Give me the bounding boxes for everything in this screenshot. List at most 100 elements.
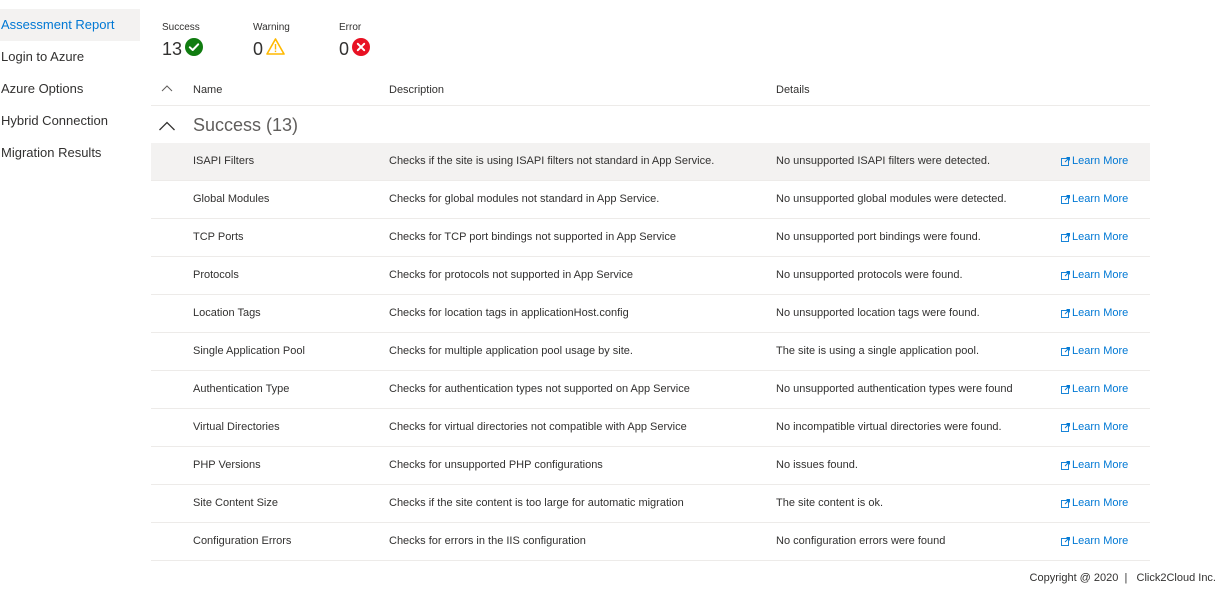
error-summary: Error 0 bbox=[339, 21, 371, 61]
table-row[interactable]: Global Modules Checks for global modules … bbox=[151, 181, 1150, 219]
external-link-icon bbox=[1061, 384, 1072, 394]
nav-item-login-to-azure[interactable]: Login to Azure bbox=[0, 41, 140, 73]
external-link-icon bbox=[1061, 156, 1072, 166]
assessment-results-table: Name Description Details Success (13) IS… bbox=[151, 76, 1150, 561]
group-title: Success (13) bbox=[193, 115, 299, 135]
table-row[interactable]: Configuration Errors Checks for errors in… bbox=[151, 523, 1150, 561]
external-link-icon bbox=[1061, 422, 1072, 432]
external-link-icon bbox=[1061, 194, 1072, 204]
table-row[interactable]: Authentication Type Checks for authentica… bbox=[151, 371, 1150, 409]
row-name: Site Content Size bbox=[193, 497, 278, 509]
success-summary: Success 13 bbox=[162, 21, 204, 61]
learn-more-label: Learn More bbox=[1072, 345, 1129, 357]
learn-more-link[interactable]: Learn More bbox=[1061, 535, 1128, 547]
sidebar-nav: Assessment Report Login to Azure Azure O… bbox=[0, 9, 140, 169]
external-link-icon bbox=[1061, 270, 1072, 280]
row-description: Checks for unsupported PHP configuration… bbox=[389, 459, 603, 471]
table-row[interactable]: Location Tags Checks for location tags in… bbox=[151, 295, 1150, 333]
row-details: No configuration errors were found bbox=[776, 535, 946, 547]
learn-more-link[interactable]: Learn More bbox=[1061, 155, 1128, 167]
learn-more-link[interactable]: Learn More bbox=[1061, 497, 1128, 509]
external-link-icon bbox=[1061, 308, 1072, 318]
learn-more-label: Learn More bbox=[1072, 421, 1129, 433]
collapse-all-chevron-icon[interactable] bbox=[161, 83, 173, 95]
warning-count: 0 bbox=[253, 39, 264, 59]
nav-item-assessment-report[interactable]: Assessment Report bbox=[0, 9, 140, 41]
learn-more-label: Learn More bbox=[1072, 459, 1129, 471]
column-header-description[interactable]: Description bbox=[389, 84, 444, 96]
learn-more-link[interactable]: Learn More bbox=[1061, 459, 1128, 471]
row-name: Configuration Errors bbox=[193, 535, 292, 547]
row-description: Checks if the site is using ISAPI filter… bbox=[389, 155, 715, 167]
row-description: Checks for location tags in applicationH… bbox=[389, 307, 629, 319]
table-row[interactable]: ISAPI Filters Checks if the site is using… bbox=[151, 143, 1150, 181]
row-details: No issues found. bbox=[776, 459, 858, 471]
row-name: Protocols bbox=[193, 269, 239, 281]
learn-more-label: Learn More bbox=[1072, 231, 1129, 243]
row-details: No unsupported port bindings were found. bbox=[776, 231, 981, 243]
error-x-icon bbox=[352, 37, 371, 61]
error-count: 0 bbox=[339, 39, 350, 59]
row-description: Checks if the site content is too large … bbox=[389, 497, 684, 509]
row-name: ISAPI Filters bbox=[193, 155, 255, 167]
row-name: Single Application Pool bbox=[193, 345, 305, 357]
learn-more-link[interactable]: Learn More bbox=[1061, 345, 1128, 357]
nav-item-migration-results[interactable]: Migration Results bbox=[0, 137, 140, 169]
external-link-icon bbox=[1061, 346, 1072, 356]
column-header-name[interactable]: Name bbox=[193, 84, 222, 96]
chevron-up-icon[interactable] bbox=[158, 118, 176, 136]
row-details: No unsupported authentication types were… bbox=[776, 383, 1013, 395]
external-link-icon bbox=[1061, 232, 1072, 242]
row-description: Checks for authentication types not supp… bbox=[389, 383, 690, 395]
learn-more-label: Learn More bbox=[1072, 535, 1129, 547]
row-description: Checks for multiple application pool usa… bbox=[389, 345, 633, 357]
learn-more-label: Learn More bbox=[1072, 383, 1129, 395]
external-link-icon bbox=[1061, 460, 1072, 470]
learn-more-link[interactable]: Learn More bbox=[1061, 231, 1128, 243]
nav-item-azure-options[interactable]: Azure Options bbox=[0, 73, 140, 105]
table-header: Name Description Details bbox=[151, 76, 1150, 106]
learn-more-label: Learn More bbox=[1072, 155, 1129, 167]
table-row[interactable]: Site Content Size Checks if the site cont… bbox=[151, 485, 1150, 523]
row-name: Authentication Type bbox=[193, 383, 290, 395]
row-name: Virtual Directories bbox=[193, 421, 280, 433]
success-label: Success bbox=[162, 22, 200, 33]
column-header-details[interactable]: Details bbox=[776, 84, 810, 96]
row-description: Checks for global modules not standard i… bbox=[389, 193, 660, 205]
table-row[interactable]: Protocols Checks for protocols not suppor… bbox=[151, 257, 1150, 295]
warning-triangle-icon bbox=[266, 38, 285, 60]
row-name: Global Modules bbox=[193, 193, 270, 205]
nav-item-hybrid-connection[interactable]: Hybrid Connection bbox=[0, 105, 140, 137]
row-description: Checks for errors in the IIS configurati… bbox=[389, 535, 586, 547]
learn-more-link[interactable]: Learn More bbox=[1061, 193, 1128, 205]
external-link-icon bbox=[1061, 498, 1072, 508]
row-description: Checks for protocols not supported in Ap… bbox=[389, 269, 633, 281]
learn-more-label: Learn More bbox=[1072, 497, 1129, 509]
learn-more-link[interactable]: Learn More bbox=[1061, 383, 1128, 395]
row-details: No incompatible virtual directories were… bbox=[776, 421, 1002, 433]
learn-more-link[interactable]: Learn More bbox=[1061, 269, 1128, 281]
row-description: Checks for virtual directories not compa… bbox=[389, 421, 687, 433]
learn-more-label: Learn More bbox=[1072, 269, 1129, 281]
warning-label: Warning bbox=[253, 22, 290, 33]
group-header-success[interactable]: Success (13) bbox=[151, 106, 1150, 143]
row-details: No unsupported global modules were detec… bbox=[776, 193, 1007, 205]
learn-more-link[interactable]: Learn More bbox=[1061, 421, 1128, 433]
row-description: Checks for TCP port bindings not support… bbox=[389, 231, 676, 243]
learn-more-label: Learn More bbox=[1072, 307, 1129, 319]
table-row[interactable]: TCP Ports Checks for TCP port bindings no… bbox=[151, 219, 1150, 257]
row-name: PHP Versions bbox=[193, 459, 261, 471]
success-count: 13 bbox=[162, 39, 183, 59]
table-row[interactable]: PHP Versions Checks for unsupported PHP c… bbox=[151, 447, 1150, 485]
table-row[interactable]: Virtual Directories Checks for virtual di… bbox=[151, 409, 1150, 447]
table-row[interactable]: Single Application Pool Checks for multip… bbox=[151, 333, 1150, 371]
row-details: No unsupported ISAPI filters were detect… bbox=[776, 155, 991, 167]
copyright-footer: Copyright @ 2020 | Click2Cloud Inc. bbox=[1029, 572, 1216, 584]
success-check-icon bbox=[185, 37, 204, 61]
learn-more-label: Learn More bbox=[1072, 193, 1129, 205]
row-name: Location Tags bbox=[193, 307, 261, 319]
row-details: No unsupported location tags were found. bbox=[776, 307, 980, 319]
error-label: Error bbox=[339, 22, 362, 33]
row-name: TCP Ports bbox=[193, 231, 244, 243]
learn-more-link[interactable]: Learn More bbox=[1061, 307, 1128, 319]
